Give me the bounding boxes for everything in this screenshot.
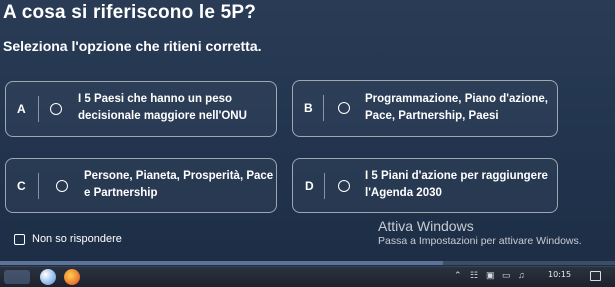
question-instruction: Seleziona l'opzione che ritieni corretta… (3, 38, 262, 54)
network-icon[interactable]: ☷ (470, 270, 478, 281)
option-divider (324, 173, 325, 199)
dont-know-label: Non so rispondere (32, 233, 122, 245)
option-a[interactable]: A I 5 Paesi che hanno un peso decisional… (5, 81, 277, 137)
option-b-line-2: Pace, Partnership, Paesi (365, 110, 499, 122)
option-a-line-2: decisionale maggiore nell'ONU (78, 110, 247, 122)
radio-button-d[interactable] (338, 180, 350, 192)
quiz-progress-bar (0, 261, 615, 265)
option-d-line-2: l'Agenda 2030 (365, 187, 442, 199)
option-d-line-1: I 5 Piani d'azione per raggiungere (365, 170, 548, 182)
option-letter: C (17, 179, 26, 193)
option-a-line-1: I 5 Paesi che hanno un peso (78, 93, 233, 105)
notifications-icon[interactable] (590, 271, 601, 281)
option-c-line-1: Persone, Pianeta, Prosperità, Pace (84, 170, 274, 182)
radio-button-a[interactable] (50, 103, 62, 115)
activation-watermark-subtitle: Passa a Impostazioni per attivare Window… (378, 235, 582, 247)
camera-icon[interactable]: ▣ (486, 270, 495, 281)
taskbar-app-icon[interactable] (64, 269, 80, 285)
option-divider (38, 96, 39, 122)
option-letter: D (305, 179, 314, 193)
option-b[interactable]: B Programmazione, Piano d'azione, Pace, … (292, 80, 558, 137)
quiz-progress-fill (0, 261, 443, 265)
taskbar-clock[interactable]: 10:15 (548, 270, 571, 279)
battery-icon[interactable]: ▭ (502, 270, 511, 281)
taskbar-app-icon[interactable] (40, 269, 56, 285)
dont-know-checkbox[interactable] (14, 234, 25, 245)
option-c[interactable]: C Persone, Pianeta, Prosperità, Pace e P… (5, 158, 277, 213)
question-title: A cosa si riferiscono le 5P? (3, 2, 257, 23)
option-c-line-2: e Partnership (84, 187, 158, 199)
option-divider (38, 173, 39, 199)
radio-button-c[interactable] (56, 180, 68, 192)
activation-watermark-title: Attiva Windows (378, 218, 474, 234)
option-letter: A (17, 102, 26, 116)
option-letter: B (304, 101, 313, 115)
speaker-icon[interactable]: ♫ (518, 270, 525, 280)
radio-button-b[interactable] (338, 102, 350, 114)
option-divider (323, 95, 324, 121)
chevron-up-icon[interactable]: ⌃ (454, 270, 462, 281)
option-d[interactable]: D I 5 Piani d'azione per raggiungere l'A… (292, 158, 558, 213)
start-button[interactable] (4, 270, 30, 284)
taskbar: ⌃ ☷ ▣ ▭ ♫ 10:15 (0, 266, 615, 287)
option-b-line-1: Programmazione, Piano d'azione, (365, 93, 548, 105)
